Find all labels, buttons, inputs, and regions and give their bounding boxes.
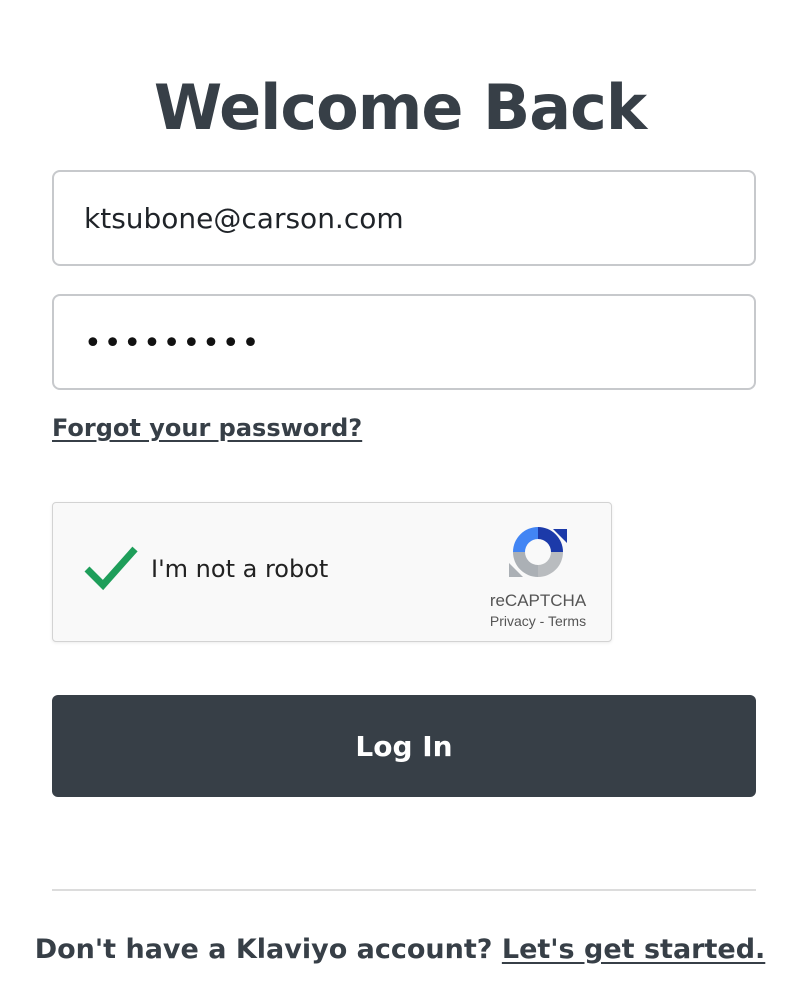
password-field[interactable]: ••••••••• (52, 294, 756, 390)
login-button[interactable]: Log In (52, 695, 756, 797)
recaptcha-privacy-link[interactable]: Privacy (490, 613, 536, 629)
password-input[interactable]: ••••••••• (84, 296, 261, 388)
footer: Don't have a Klaviyo account? Let's get … (0, 934, 800, 965)
recaptcha-terms-link[interactable]: Terms (548, 613, 586, 629)
signup-prompt: Don't have a Klaviyo account? (34, 934, 493, 965)
email-field[interactable] (52, 170, 756, 266)
checkmark-icon[interactable] (83, 543, 139, 591)
page-title: Welcome Back (153, 70, 647, 144)
recaptcha-logo-icon (509, 527, 567, 577)
email-input[interactable] (84, 172, 724, 264)
divider (52, 889, 756, 891)
recaptcha-links-separator: - (539, 613, 545, 629)
recaptcha-label: I'm not a robot (151, 555, 329, 583)
forgot-password-link[interactable]: Forgot your password? (52, 414, 362, 442)
recaptcha-brand: reCAPTCHA (489, 591, 587, 610)
recaptcha-widget: I'm not a robot reCAPTCHA Privacy - Term… (52, 502, 612, 642)
signup-link[interactable]: Let's get started. (502, 934, 765, 965)
recaptcha-links: Privacy - Terms (473, 613, 603, 629)
